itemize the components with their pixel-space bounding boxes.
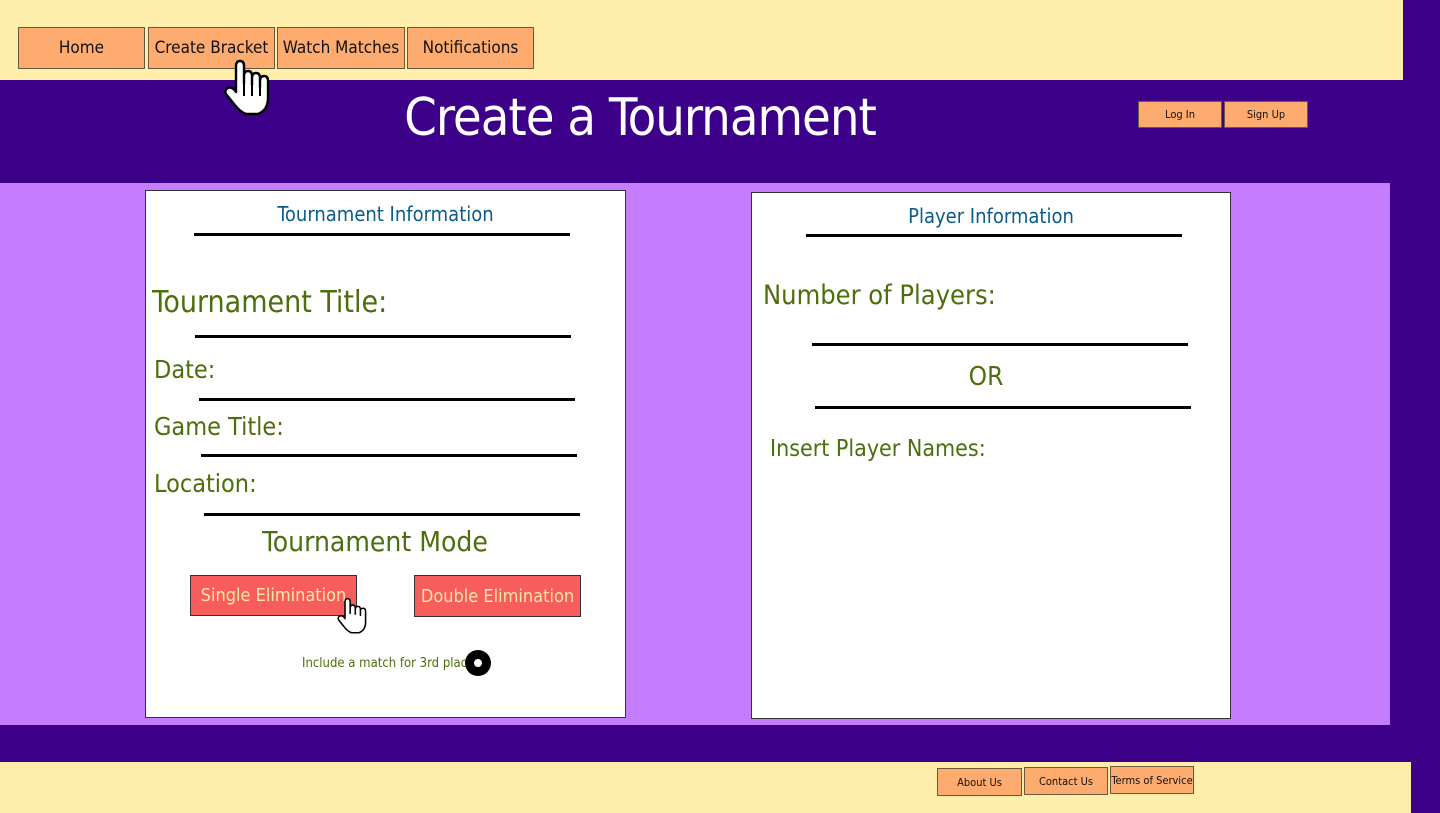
nav-home-button[interactable]: Home xyxy=(18,27,145,69)
or-divider-line xyxy=(815,406,1191,409)
or-divider-label: OR xyxy=(968,362,1004,392)
number-of-players-input[interactable] xyxy=(812,343,1188,346)
terms-of-service-button[interactable]: Terms of Service xyxy=(1110,766,1194,794)
nav-create-bracket-button[interactable]: Create Bracket xyxy=(148,27,275,69)
contact-us-button[interactable]: Contact Us xyxy=(1024,767,1108,795)
date-input[interactable] xyxy=(199,398,575,401)
footer-bar xyxy=(0,762,1411,813)
player-info-heading: Player Information xyxy=(908,204,1074,228)
player-names-input[interactable] xyxy=(768,472,1214,702)
third-place-radio[interactable] xyxy=(465,650,491,676)
tournament-mode-heading: Tournament Mode xyxy=(262,525,488,558)
location-input[interactable] xyxy=(204,513,580,516)
single-elimination-button[interactable]: Single Elimination xyxy=(190,575,357,616)
number-of-players-label: Number of Players: xyxy=(763,280,996,311)
about-us-button[interactable]: About Us xyxy=(937,768,1022,796)
game-title-input[interactable] xyxy=(201,454,577,457)
location-label: Location: xyxy=(154,469,257,498)
tournament-info-heading: Tournament Information xyxy=(277,202,494,226)
signup-button[interactable]: Sign Up xyxy=(1224,101,1308,128)
nav-watch-matches-button[interactable]: Watch Matches xyxy=(277,27,405,69)
game-title-label: Game Title: xyxy=(154,412,284,441)
tournament-title-label: Tournament Title: xyxy=(152,285,388,320)
third-place-label: Include a match for 3rd place? xyxy=(302,656,481,671)
radio-selected-icon xyxy=(474,659,482,667)
login-button[interactable]: Log In xyxy=(1138,101,1222,128)
nav-notifications-button[interactable]: Notifications xyxy=(407,27,534,69)
page-title: Create a Tournament xyxy=(404,88,877,148)
heading-underline xyxy=(806,234,1182,237)
double-elimination-button[interactable]: Double Elimination xyxy=(414,575,581,617)
tournament-title-input[interactable] xyxy=(195,335,571,338)
date-label: Date: xyxy=(154,355,216,384)
player-names-label: Insert Player Names: xyxy=(770,436,986,462)
heading-underline xyxy=(194,233,570,236)
